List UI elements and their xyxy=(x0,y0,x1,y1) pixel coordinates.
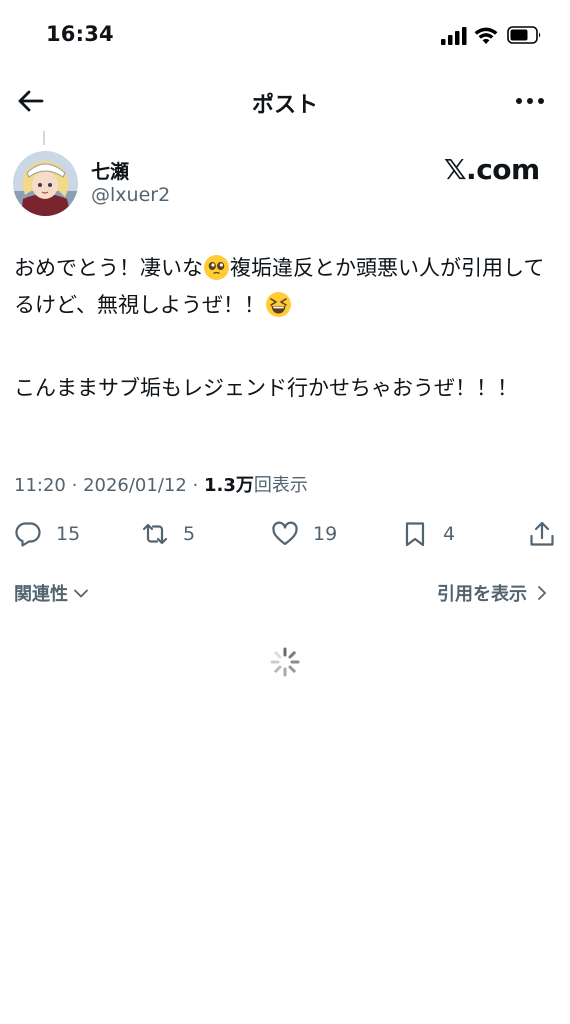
meta-separator: · xyxy=(192,475,204,496)
view-quotes-link[interactable]: 引用を表示 xyxy=(437,580,551,606)
more-options-icon[interactable] xyxy=(514,91,546,111)
heart-icon xyxy=(272,521,298,546)
post-meta: 11:20 · 2026/01/12 · 1.3万回表示 xyxy=(14,471,308,497)
reply-button[interactable]: 15 xyxy=(14,519,80,549)
thread-connector-line xyxy=(43,131,45,145)
battery-icon xyxy=(507,26,541,44)
post-paragraph-2: こんままサブ垢もレジェンド行かせちゃおうぜ！！！ xyxy=(14,376,518,400)
status-time: 16:34 xyxy=(46,22,114,46)
post-text: おめでとう！凄いな 複垢違反とか頭悪い人が引用してるけど、無視しようぜ！！ こん… xyxy=(14,250,554,407)
bookmark-button[interactable]: 4 xyxy=(401,519,455,549)
chevron-down-icon xyxy=(74,589,88,598)
pleading-face-emoji-icon xyxy=(204,255,229,280)
reply-count: 15 xyxy=(56,523,81,545)
grinning-squinting-face-emoji-icon xyxy=(265,292,291,317)
x-logo: 𝕏.com xyxy=(444,153,540,186)
chevron-right-icon xyxy=(538,586,546,600)
avatar[interactable] xyxy=(13,151,78,216)
sort-relevance-dropdown[interactable]: 関連性 xyxy=(14,580,90,606)
post-date[interactable]: 2026/01/12 xyxy=(83,475,187,496)
cellular-signal-icon xyxy=(441,27,467,45)
like-button[interactable]: 19 xyxy=(271,519,337,549)
retweet-count: 5 xyxy=(183,523,196,545)
reply-icon xyxy=(15,522,41,547)
page-title: ポスト xyxy=(251,93,318,118)
share-icon xyxy=(530,521,554,546)
retweet-icon xyxy=(142,523,168,545)
retweet-button[interactable]: 5 xyxy=(141,519,195,549)
like-count: 19 xyxy=(313,523,338,545)
post-paragraph-1: おめでとう！凄いな 複垢違反とか頭悪い人が引用してるけど、無視しようぜ！！ xyxy=(14,250,554,324)
author-handle[interactable]: @lxuer2 xyxy=(91,184,170,206)
loading-spinner-icon xyxy=(270,647,300,677)
meta-separator: · xyxy=(71,475,84,496)
views-label: 回表示 xyxy=(253,475,308,496)
post-time[interactable]: 11:20 xyxy=(14,475,66,496)
post-text-segment: おめでとう！凄いな xyxy=(14,256,203,280)
view-quotes-label: 引用を表示 xyxy=(437,584,527,605)
bookmark-icon xyxy=(405,522,425,547)
views-count: 1.3万 xyxy=(204,475,254,496)
share-button[interactable] xyxy=(528,519,556,549)
bookmark-count: 4 xyxy=(443,523,456,545)
author-display-name[interactable]: 七瀬 xyxy=(91,157,129,184)
wifi-icon xyxy=(474,27,498,44)
sort-relevance-label: 関連性 xyxy=(14,584,68,605)
